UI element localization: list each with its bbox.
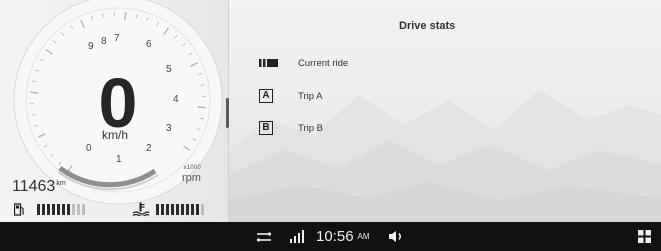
fuel-gauge (37, 204, 85, 215)
menu-item-label: Current ride (298, 57, 349, 69)
level-bar-segment (47, 204, 50, 215)
level-bar-segment (62, 204, 65, 215)
fuel-pump-icon (14, 203, 24, 216)
rpm-label: x1000 rpm (182, 163, 201, 184)
rpm-tick-5: 5 (166, 64, 172, 75)
rpm-tick-0: 0 (86, 143, 92, 154)
coolant-temperature-icon (132, 202, 150, 216)
rpm-tick-8: 8 (101, 36, 107, 47)
instrument-cluster: 0 1 2 3 4 5 6 7 8 9 0 km/h x1000 rpm 114… (0, 0, 229, 222)
rpm-unit: rpm (182, 172, 201, 184)
level-bar-segment (186, 204, 189, 215)
odometer: 11463km (12, 178, 66, 196)
level-bar-segment (181, 204, 184, 215)
rpm-tick-2: 2 (146, 143, 152, 154)
trip-b-icon-letter: B (259, 121, 273, 135)
apps-grid-icon[interactable] (638, 222, 651, 251)
screen: 0 1 2 3 4 5 6 7 8 9 0 km/h x1000 rpm 114… (0, 0, 661, 251)
level-bar-segment (77, 204, 80, 215)
level-bar-segment (42, 204, 45, 215)
signal-strength-icon (290, 222, 306, 251)
level-bar-segment (57, 204, 60, 215)
odometer-unit: km (56, 180, 66, 187)
volume-icon[interactable] (389, 222, 405, 251)
gear-indicator: 0 (98, 64, 138, 142)
level-bar-segment (72, 204, 75, 215)
trip-a-icon-letter: A (259, 89, 273, 103)
level-bar-segment (166, 204, 169, 215)
trip-a-icon: A (259, 88, 281, 104)
rpm-tick-9: 9 (88, 41, 94, 52)
level-bar-segment (161, 204, 164, 215)
rpm-tick-6: 6 (146, 39, 152, 50)
level-bar-segment (191, 204, 194, 215)
status-bar: 10:56 AM (0, 222, 661, 251)
level-bar-segment (196, 204, 199, 215)
menu-item-label: Trip B (298, 122, 323, 134)
rpm-tick-1: 1 (116, 154, 122, 165)
odometer-value: 11463 (12, 178, 56, 195)
level-bar-segment (82, 204, 85, 215)
level-bar-segment (156, 204, 159, 215)
level-bar-segment (37, 204, 40, 215)
clock: 10:56 AM (316, 222, 370, 251)
drive-stats-panel: Drive stats Current ride A Trip A B Trip… (229, 0, 661, 222)
menu-item-label: Trip A (298, 90, 323, 102)
page-title: Drive stats (399, 20, 456, 32)
level-bar-segment (52, 204, 55, 215)
rpm-tick-7: 7 (114, 33, 120, 44)
speed-unit: km/h (102, 128, 129, 142)
tachometer-tick (30, 91, 39, 94)
menu-item-trip-b[interactable]: B Trip B (259, 119, 323, 137)
level-bar-segment (176, 204, 179, 215)
clock-ampm: AM (357, 232, 370, 241)
level-bar-segment (67, 204, 70, 215)
route-icon[interactable] (256, 222, 272, 251)
level-bar-segment (171, 204, 174, 215)
rpm-tick-4: 4 (173, 94, 179, 105)
menu-item-trip-a[interactable]: A Trip A (259, 87, 322, 105)
tachometer-tick (197, 106, 206, 109)
clock-time: 10:56 (316, 228, 354, 245)
temperature-gauge (156, 204, 204, 215)
level-bar-segment (201, 204, 204, 215)
tachometer-tick (124, 12, 127, 21)
current-ride-icon (259, 55, 281, 71)
menu-item-current-ride[interactable]: Current ride (259, 54, 348, 72)
rpm-tick-3: 3 (166, 123, 172, 134)
mountain-background (229, 90, 661, 222)
trip-b-icon: B (259, 120, 281, 136)
